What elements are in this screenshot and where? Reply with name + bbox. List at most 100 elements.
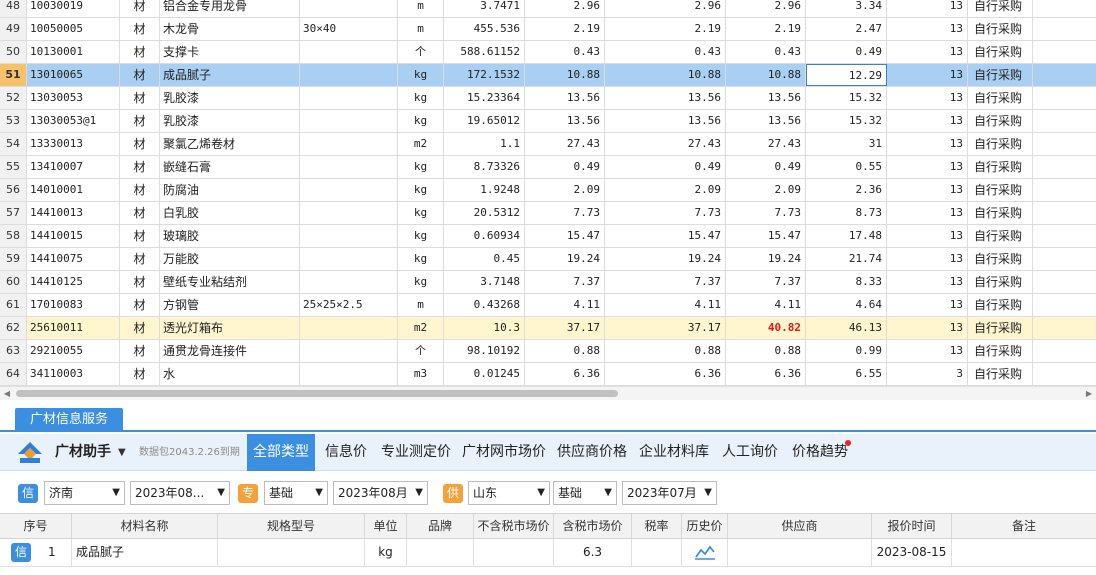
market-price-incl-cell[interactable]: 6.55 [806,363,887,385]
material-name-cell[interactable]: 嵌缝石膏 [160,156,300,178]
material-unit-cell[interactable]: 个 [398,41,444,63]
row-number-cell[interactable]: 59 [0,248,27,270]
budget-price-cell[interactable]: 0.43 [525,41,605,63]
material-code-cell[interactable]: 14410125 [27,271,120,293]
material-row[interactable]: 63 29210055 材通贯龙骨连接件个 98.10192 0.88 0.88 0.88 0… [0,340,1096,363]
market-price-excl-cell[interactable]: 4.11 [605,294,726,316]
material-code-cell[interactable]: 10130001 [27,41,120,63]
budget-price-cell[interactable]: 13.56 [525,87,605,109]
material-row[interactable]: 57 14410013 材白乳胶 kg 20.5312 7.73 7.73 7.73 8.73 1… [0,202,1096,225]
material-name-cell[interactable]: 水 [160,363,300,385]
market-price-incl-cell[interactable]: 8.33 [806,271,887,293]
market-price-excl-cell[interactable]: 0.88 [605,340,726,362]
market-price-excl-adjusted-cell[interactable]: 0.88 [726,340,806,362]
row-number-cell[interactable]: 51 [0,64,27,86]
province-select[interactable]: 山东 ▼ [468,481,550,505]
professional-date-select[interactable]: 2023年08月 ▼ [333,481,428,505]
market-price-incl-cell[interactable]: 46.13 [806,317,887,339]
material-name-cell[interactable]: 成品腻子 [160,64,300,86]
budget-price-cell[interactable]: 6.36 [525,363,605,385]
material-quantity-cell[interactable]: 19.65012 [444,110,525,132]
scroll-left-arrow-icon[interactable]: ◀ [0,387,14,400]
material-name-cell[interactable]: 白乳胶 [160,202,300,224]
market-price-excl-adjusted-cell[interactable]: 7.37 [726,271,806,293]
material-spec-cell[interactable] [300,133,398,155]
supply-method-cell[interactable]: 自行采购 [968,317,1033,339]
market-price-excl-adjusted-cell[interactable]: 0.49 [726,156,806,178]
extra-cell-cell[interactable] [1033,317,1096,339]
supplier-date-select[interactable]: 2023年07月 ▼ [622,481,717,505]
tab-market-price[interactable]: 广材网市场价 [456,434,552,471]
header-material-name[interactable]: 材料名称 [72,514,218,538]
material-code-cell[interactable]: 25610011 [27,317,120,339]
extra-cell-cell[interactable] [1033,0,1096,17]
tab-supplier-price[interactable]: 供应商价格 [551,434,633,471]
material-type-cell[interactable]: 材 [120,87,160,109]
row-number-cell[interactable]: 50 [0,41,27,63]
material-row[interactable]: 49 10050005 材木龙骨 30×40 m 455.536 2.19 2.19 2.19 2… [0,18,1096,41]
market-price-excl-cell[interactable]: 0.43 [605,41,726,63]
supply-method-cell[interactable]: 自行采购 [968,363,1033,385]
supply-method-cell[interactable]: 自行采购 [968,225,1033,247]
material-type-cell[interactable]: 材 [120,248,160,270]
tax-rate-cell[interactable]: 13 [887,110,968,132]
material-spec-cell[interactable] [300,0,398,17]
header-supplier[interactable]: 供应商 [728,514,872,538]
material-unit-cell[interactable]: m2 [398,133,444,155]
market-price-incl-cell[interactable]: 17.48 [806,225,887,247]
budget-price-cell[interactable]: 19.24 [525,248,605,270]
row-number-cell[interactable]: 48 [0,0,27,17]
material-type-cell[interactable]: 材 [120,41,160,63]
tax-rate-cell[interactable]: 13 [887,41,968,63]
market-price-incl-cell[interactable]: 0.55 [806,156,887,178]
material-code-cell[interactable]: 13030053@1 [27,110,120,132]
header-unit[interactable]: 单位 [365,514,407,538]
material-code-cell[interactable]: 29210055 [27,340,120,362]
row-number-cell[interactable]: 62 [0,317,27,339]
row-number-cell[interactable]: 54 [0,133,27,155]
professional-kind-select[interactable]: 基础 ▼ [264,481,328,505]
material-unit-cell[interactable]: m [398,294,444,316]
supply-method-cell[interactable]: 自行采购 [968,87,1033,109]
supply-method-cell[interactable]: 自行采购 [968,294,1033,316]
row-number-cell[interactable]: 63 [0,340,27,362]
material-quantity-cell[interactable]: 98.10192 [444,340,525,362]
header-price-incl-tax[interactable]: 含税市场价 [554,514,632,538]
material-type-cell[interactable]: 材 [120,133,160,155]
material-type-cell[interactable]: 材 [120,110,160,132]
material-quantity-cell[interactable]: 172.1532 [444,64,525,86]
material-row[interactable]: 64 34110003 材水 m3 0.01245 6.36 6.36 6.36 6.55 3 自行… [0,363,1096,386]
material-quantity-cell[interactable]: 3.7148 [444,271,525,293]
material-row[interactable]: 56 14010001 材防腐油 kg 1.9248 2.09 2.09 2.09 2.36 13… [0,179,1096,202]
budget-price-cell[interactable]: 10.88 [525,64,605,86]
material-quantity-cell[interactable]: 0.43268 [444,294,525,316]
tab-guangcai-info-service[interactable]: 广材信息服务 [15,408,124,432]
material-unit-cell[interactable]: m [398,18,444,40]
tab-price-trend[interactable]: 价格趋势 [786,434,854,471]
row-number-cell[interactable]: 53 [0,110,27,132]
material-quantity-cell[interactable]: 10.3 [444,317,525,339]
material-code-cell[interactable]: 13030053 [27,87,120,109]
tab-professional-price[interactable]: 专业测定价 [375,434,457,471]
header-history-price[interactable]: 历史价 [682,514,728,538]
market-price-incl-cell[interactable]: 2.36 [806,179,887,201]
material-type-cell[interactable]: 材 [120,317,160,339]
market-price-incl-cell[interactable]: 3.34 [806,0,887,17]
material-spec-cell[interactable] [300,225,398,247]
extra-cell-cell[interactable] [1033,179,1096,201]
material-code-cell[interactable]: 34110003 [27,363,120,385]
market-price-incl-cell[interactable]: 2.47 [806,18,887,40]
material-spec-cell[interactable] [300,271,398,293]
material-unit-cell[interactable]: kg [398,179,444,201]
material-type-cell[interactable]: 材 [120,340,160,362]
material-quantity-cell[interactable]: 0.01245 [444,363,525,385]
budget-price-cell[interactable]: 2.96 [525,0,605,17]
tax-rate-cell[interactable]: 13 [887,294,968,316]
material-quantity-cell[interactable]: 1.1 [444,133,525,155]
material-code-cell[interactable]: 13410007 [27,156,120,178]
supply-method-cell[interactable]: 自行采购 [968,110,1033,132]
extra-cell-cell[interactable] [1033,87,1096,109]
budget-price-cell[interactable]: 37.17 [525,317,605,339]
tax-rate-cell[interactable]: 13 [887,248,968,270]
extra-cell-cell[interactable] [1033,271,1096,293]
